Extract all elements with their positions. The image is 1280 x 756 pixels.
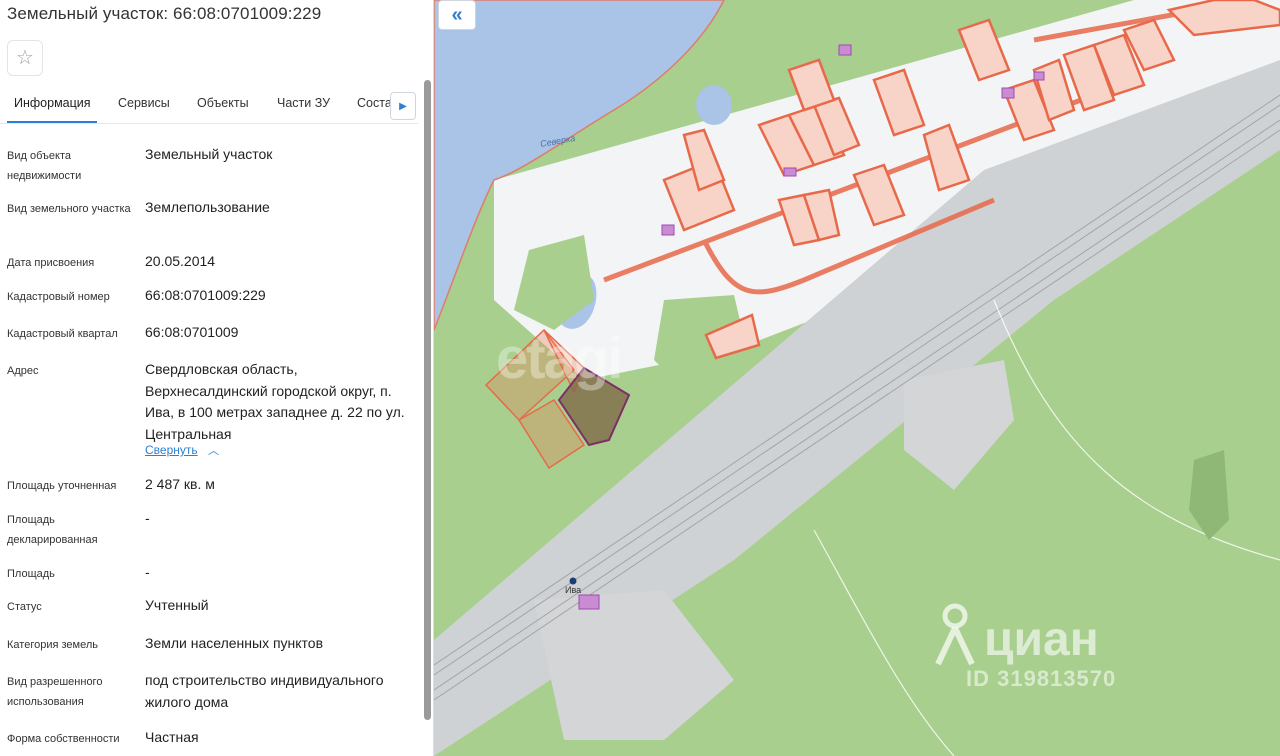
star-icon: ☆	[16, 47, 34, 69]
value-permitted-use: под строительство индивидуального жилого…	[145, 672, 384, 710]
label-object-type: Вид объекта недвижимости	[7, 150, 82, 182]
label-ownership: Форма собственности	[7, 733, 120, 745]
tab-parts[interactable]: Части ЗУ	[277, 96, 330, 110]
label-address: Адрес	[7, 365, 39, 377]
label-area-specified: Площадь уточненная	[7, 480, 117, 492]
chevron-up-icon[interactable]: ︿	[208, 442, 219, 458]
caret-right-icon: ▶	[399, 100, 407, 112]
collapse-panel-button[interactable]: «	[438, 0, 476, 30]
tab-objects[interactable]: Объекты	[197, 96, 249, 110]
label-land-category: Категория земель	[7, 639, 98, 651]
pond	[696, 85, 732, 125]
value-land-type: Землепользование	[145, 199, 270, 215]
collapse-link[interactable]: Свернуть	[145, 443, 198, 457]
panel-scrollbar[interactable]	[424, 80, 431, 720]
tab-composition[interactable]: Соста	[357, 96, 392, 110]
value-land-category: Земли населенных пунктов	[145, 635, 324, 651]
page-title: Земельный участок: 66:08:0701009:229	[7, 4, 322, 23]
cian-watermark: циан	[984, 613, 1099, 666]
info-panel: Земельный участок: 66:08:0701009:229 ☆ И…	[0, 0, 434, 756]
label-land-type: Вид земельного участка	[7, 203, 131, 215]
tab-information[interactable]: Информация	[14, 96, 91, 110]
cian-logo-icon	[932, 598, 978, 668]
label-status: Статус	[7, 601, 42, 613]
value-area-specified: 2 487 кв. м	[145, 476, 215, 492]
station-label: Ива	[565, 585, 582, 595]
listing-id-watermark: ID 319813570	[966, 666, 1117, 691]
value-address: Свердловская область, Верхнесалдинский г…	[145, 361, 405, 442]
value-cadastral-quarter: 66:08:0701009	[145, 324, 239, 340]
tabs-scroll-right-button[interactable]: ▶	[390, 92, 416, 120]
value-area-declared: -	[145, 510, 150, 526]
double-chevron-left-icon: «	[451, 3, 463, 26]
value-object-type: Земельный участок	[145, 146, 273, 162]
value-status: Учтенный	[145, 597, 209, 613]
active-tab-indicator	[7, 121, 97, 123]
label-permitted-use: Вид разрешенного использования	[7, 676, 103, 708]
tabs-bar: Информация Сервисы Объекты Части ЗУ Сост…	[0, 88, 418, 124]
value-assign-date: 20.05.2014	[145, 253, 216, 269]
map-view[interactable]: « Северка Ива etagi циан ID 319813570	[434, 0, 1280, 756]
label-cadastral-quarter: Кадастровый квартал	[7, 328, 118, 340]
label-area-declared: Площадь декларированная	[7, 514, 98, 546]
etagi-watermark: etagi	[496, 326, 623, 391]
favorite-button[interactable]: ☆	[7, 40, 43, 76]
station-marker[interactable]	[569, 577, 577, 585]
value-area: -	[145, 564, 150, 580]
label-assign-date: Дата присвоения	[7, 257, 95, 269]
tab-services[interactable]: Сервисы	[118, 96, 170, 110]
label-area: Площадь	[7, 568, 55, 580]
value-ownership: Частная	[145, 729, 199, 745]
label-cadastral-number: Кадастровый номер	[7, 291, 110, 303]
value-cadastral-number: 66:08:0701009:229	[145, 287, 266, 303]
